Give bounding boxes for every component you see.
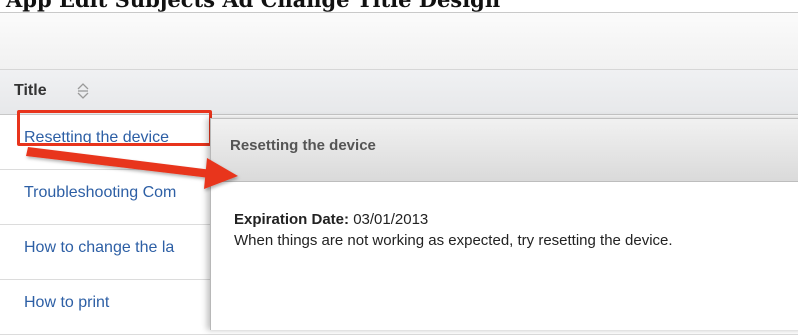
- preview-body: Expiration Date: 03/01/2013 When things …: [234, 209, 798, 251]
- expiration-line: Expiration Date: 03/01/2013: [234, 209, 798, 230]
- article-link[interactable]: Troubleshooting Com: [24, 184, 176, 202]
- caption-text: App Edit Subjects Ad Change Title Design: [6, 0, 500, 12]
- preview-panel: Resetting the device Expiration Date: 03…: [210, 118, 798, 330]
- caption-strip: App Edit Subjects Ad Change Title Design: [0, 0, 798, 12]
- expiration-label: Expiration Date:: [234, 211, 350, 228]
- list-toolbar: [0, 13, 798, 70]
- preview-description: When things are not working as expected,…: [234, 232, 673, 249]
- highlight-callout-box: [17, 110, 212, 146]
- article-link[interactable]: How to print: [24, 294, 109, 312]
- article-link[interactable]: How to change the la: [24, 239, 174, 257]
- preview-header: Resetting the device: [211, 119, 798, 182]
- sort-arrows-icon[interactable]: [75, 82, 91, 100]
- title-column-label: Title: [14, 82, 47, 99]
- preview-title: Resetting the device: [230, 137, 376, 154]
- title-column-header[interactable]: Title: [0, 70, 798, 115]
- expiration-value: 03/01/2013: [353, 211, 429, 228]
